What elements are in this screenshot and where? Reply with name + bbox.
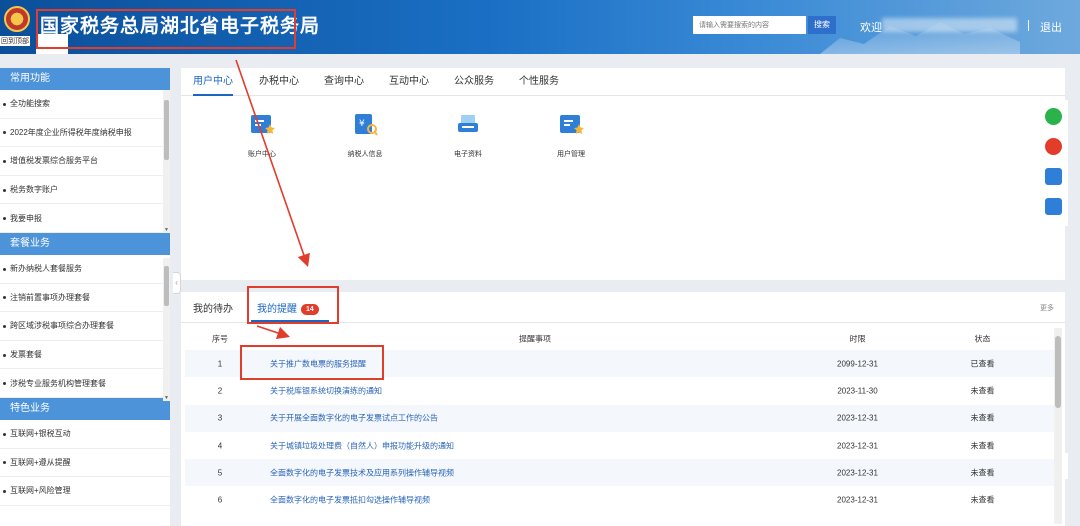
user-management-icon	[560, 115, 584, 134]
row-date: 2023-12-31	[837, 413, 878, 423]
sidebar-item-annual-cit[interactable]: 2022年度企业所得税年度纳税申报	[0, 119, 170, 148]
row-date: 2023-12-31	[837, 468, 878, 478]
user-name-redacted	[882, 18, 1017, 32]
site-header: 回到顶部 国家税务总局湖北省电子税务局 搜索 欢迎 退出	[0, 0, 1080, 54]
tab-my-todo[interactable]: 我的待办	[193, 300, 233, 315]
account-center-icon	[251, 115, 275, 134]
scroll-down-arrow-icon[interactable]: ▼	[163, 395, 170, 401]
sidebar-section-common[interactable]: 常用功能	[0, 68, 170, 90]
sidebar-item-agency[interactable]: 涉税专业服务机构管理套餐	[0, 369, 170, 398]
sidebar-item-new-taxpayer[interactable]: 新办纳税人套餐服务	[0, 255, 170, 284]
sidebar-item-invoice-package[interactable]: 发票套餐	[0, 341, 170, 370]
scroll-thumb[interactable]	[164, 100, 169, 160]
table-row[interactable]: 3 关于开展全面数字化的电子发票试点工作的公告 2023-12-31 未查看	[185, 404, 1055, 432]
service-electronic-data[interactable]: 电子资料	[438, 112, 498, 159]
row-no: 5	[217, 468, 223, 478]
scroll-thumb[interactable]	[1055, 336, 1061, 408]
sidebar-item-deregistration[interactable]: 注销前置事项办理套餐	[0, 284, 170, 313]
welcome-text: 欢迎	[860, 22, 882, 34]
reminder-panel: 我的待办 我的提醒 14 更多 序号 提醒事项 时限 状态 1 关于推广数电票的服…	[181, 292, 1065, 526]
row-title-link[interactable]: 全面数字化的电子发票抵扣勾选操作辅导视频	[270, 495, 430, 506]
sidebar-item-cross-region[interactable]: 跨区域涉税事项综合办理套餐	[0, 312, 170, 341]
floating-toolbar	[1040, 100, 1068, 226]
table-row[interactable]: 4 关于城镇垃圾处理费（自然人）申报功能升级的通知 2023-12-31 未查看	[185, 432, 1055, 459]
sidebar: 常用功能 全功能搜索 2022年度企业所得税年度纳税申报 增值税发票综合服务平台…	[0, 68, 170, 526]
main-panel: 用户中心 办税中心 查询中心 互动中心 公众服务 个性服务 账户中心 ¥ 纳税人…	[181, 68, 1065, 280]
row-date: 2023-12-31	[837, 495, 878, 505]
row-date: 2023-11-30	[837, 386, 878, 396]
main-tabs: 用户中心 办税中心 查询中心 互动中心 公众服务 个性服务	[181, 68, 1065, 96]
row-status: 未查看	[970, 386, 995, 396]
scroll-thumb[interactable]	[164, 266, 169, 306]
row-title-link[interactable]: 全面数字化的电子发票技术及应用系列操作辅导视频	[270, 467, 454, 478]
scroll-down-arrow-icon[interactable]: ▼	[163, 227, 170, 233]
sidebar-item-invoice-platform[interactable]: 增值税发票综合服务平台	[0, 147, 170, 176]
annotation-box-title	[36, 9, 296, 49]
sidebar-section-package[interactable]: 套餐业务	[0, 232, 170, 255]
more-link[interactable]: 更多	[1040, 303, 1054, 313]
table-row[interactable]: 2 关于税库银系统切换演练的通知 2023-11-30 未查看	[185, 377, 1055, 404]
row-no: 2	[217, 386, 223, 396]
row-title-link[interactable]: 关于城镇垃圾处理费（自然人）申报功能升级的通知	[270, 440, 454, 451]
table-row[interactable]: 6 全面数字化的电子发票抵扣勾选操作辅导视频 2023-12-31 未查看	[185, 486, 1055, 513]
sidebar-item-digital-account[interactable]: 税务数字账户	[0, 176, 170, 205]
tab-query-center[interactable]: 查询中心	[324, 68, 364, 96]
tab-tax-center[interactable]: 办税中心	[259, 68, 299, 96]
row-status: 已查看	[970, 359, 995, 369]
sidebar-scrollbar-1[interactable]: ▼	[163, 90, 170, 233]
sidebar-scrollbar-2[interactable]: ▼	[163, 258, 170, 401]
service-user-management[interactable]: 用户管理	[541, 112, 601, 159]
row-date: 2099-12-31	[837, 359, 878, 369]
service-taxpayer-info[interactable]: ¥ 纳税人信息	[335, 112, 395, 159]
tax-emblem-icon	[4, 6, 30, 32]
weibo-icon[interactable]	[1045, 138, 1062, 155]
row-title-link[interactable]: 关于税库银系统切换演练的通知	[270, 385, 382, 396]
service-label: 用户管理	[557, 151, 585, 158]
header-date: 时限	[849, 334, 866, 344]
search-input[interactable]	[693, 16, 806, 34]
tab-personal-service[interactable]: 个性服务	[519, 68, 559, 96]
sidebar-item-declare[interactable]: 我要申报	[0, 204, 170, 233]
search-button[interactable]: 搜索	[808, 16, 836, 34]
logout-link[interactable]: 退出	[1040, 19, 1062, 35]
row-title-link[interactable]: 关于开展全面数字化的电子发票试点工作的公告	[270, 413, 438, 424]
header-title: 提醒事项	[519, 334, 551, 344]
app-icon[interactable]	[1045, 198, 1062, 215]
sidebar-item-risk[interactable]: 互联网+风险管理	[0, 477, 170, 506]
tab-user-center[interactable]: 用户中心	[193, 68, 233, 96]
table-scrollbar[interactable]	[1054, 328, 1062, 524]
row-date: 2023-12-31	[837, 441, 878, 451]
electronic-data-icon	[458, 115, 478, 132]
row-status: 未查看	[970, 468, 995, 478]
tab-public-service[interactable]: 公众服务	[454, 68, 494, 96]
svg-text:¥: ¥	[359, 119, 365, 129]
row-status: 未查看	[970, 495, 995, 505]
sidebar-item-bank-tax[interactable]: 互联网+银税互动	[0, 420, 170, 449]
service-label: 账户中心	[248, 151, 276, 158]
sidebar-item-full-search[interactable]: 全功能搜索	[0, 90, 170, 119]
row-no: 3	[217, 413, 223, 423]
service-label: 纳税人信息	[347, 151, 383, 158]
header-status: 状态	[974, 334, 991, 344]
row-status: 未查看	[970, 441, 995, 451]
sidebar-collapse-button[interactable]: ‹	[173, 272, 181, 294]
annotation-box-first-reminder	[240, 345, 384, 380]
service-label: 电子资料	[454, 151, 482, 158]
service-account-center[interactable]: 账户中心	[232, 112, 292, 159]
row-no: 6	[217, 495, 223, 505]
wechat-icon[interactable]	[1045, 108, 1062, 125]
row-status: 未查看	[970, 413, 995, 423]
sidebar-section-special[interactable]: 特色业务	[0, 397, 170, 420]
emblem-label[interactable]: 回到顶部	[0, 36, 30, 46]
tab-interaction-center[interactable]: 互动中心	[389, 68, 429, 96]
header-divider	[1028, 20, 1029, 31]
annotation-box-reminders	[247, 286, 339, 324]
table-row[interactable]: 5 全面数字化的电子发票技术及应用系列操作辅导视频 2023-12-31 未查看	[185, 459, 1055, 487]
row-no: 4	[217, 441, 223, 451]
sidebar-item-compliance[interactable]: 互联网+遵从提醒	[0, 449, 170, 478]
app-icon[interactable]	[1045, 168, 1062, 185]
taxpayer-info-icon: ¥	[355, 114, 378, 136]
